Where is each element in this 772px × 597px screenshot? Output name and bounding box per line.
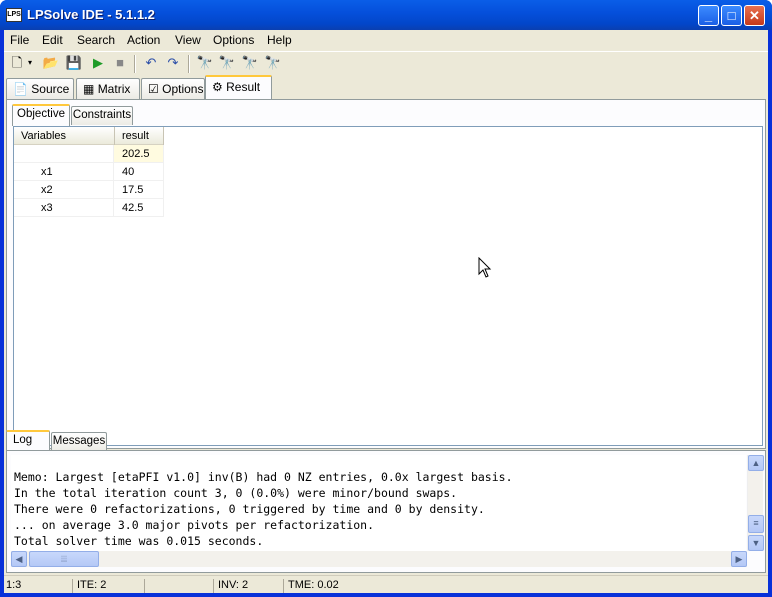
menu-search[interactable]: Search [77, 33, 115, 47]
row1-name: x1 [14, 163, 114, 181]
log-line: Total solver time was 0.015 seconds. [14, 534, 264, 548]
result-panel: Objective Constraints Variables result 2… [6, 99, 766, 449]
row2-value: 17.5 [114, 181, 164, 199]
log-panel: Memo: Largest [etaPFI v1.0] inv(B) had 0… [6, 450, 766, 573]
close-button[interactable]: ✕ [744, 5, 765, 26]
tab-constraints[interactable]: Constraints [71, 106, 133, 125]
options-icon: ☑ [148, 82, 159, 96]
tab-options[interactable]: ☑ Options [141, 78, 205, 99]
toolbar-separator [188, 55, 190, 73]
client-area: File Edit Search Action View Options Hel… [4, 30, 768, 593]
scroll-up-icon[interactable]: ▲ [748, 455, 764, 471]
new-dropdown-icon[interactable]: ▾ [26, 54, 34, 72]
row0-name [14, 145, 114, 163]
row0-value: 202.5 [114, 145, 164, 163]
redo-icon[interactable]: ↷ [164, 54, 182, 72]
log-line: There were 0 refactorizations, 0 trigger… [14, 502, 485, 516]
tab-source-label: Source [31, 82, 70, 96]
run-icon[interactable]: ▶ [89, 54, 107, 72]
tab-objective[interactable]: Objective [12, 104, 70, 126]
toolbar: 🗋 ▾ 📂 💾 ▶ ■ ↶ ↷ 🔭 🔭 🔭 🔭 [4, 51, 768, 75]
save-icon[interactable]: 💾 [65, 54, 83, 72]
grid-header: Variables result [14, 127, 164, 145]
scroll-thumb[interactable]: ≡ [748, 515, 764, 533]
menu-options[interactable]: Options [213, 33, 254, 47]
status-bar: 1:3 ITE: 2 INV: 2 TME: 0.02 [4, 575, 768, 593]
column-divider [114, 127, 115, 145]
menu-file[interactable]: File [10, 33, 29, 47]
scroll-left-icon[interactable]: ◀ [11, 551, 27, 567]
tab-messages[interactable]: Messages [51, 432, 107, 451]
h-scroll-thumb[interactable]: ⦙⦙⦙ [29, 551, 99, 567]
menu-action[interactable]: Action [127, 33, 160, 47]
log-vertical-scrollbar[interactable]: ▲ ≡ ▼ [747, 455, 764, 551]
result-icon: ⚙ [212, 80, 223, 94]
tab-log[interactable]: Log [6, 430, 50, 452]
toolbar-separator [134, 55, 136, 73]
app-window: LPS LPSolve IDE - 5.1.1.2 _ □ ✕ File Edi… [0, 0, 772, 597]
result-grid[interactable]: Variables result 202.5 x1 40 x2 17.5 x3 … [13, 126, 763, 446]
scroll-down-icon[interactable]: ▼ [748, 535, 764, 551]
scroll-right-icon[interactable]: ▶ [731, 551, 747, 567]
status-time: TME: 0.02 [283, 579, 339, 593]
tab-result[interactable]: ⚙ Result [205, 75, 272, 99]
new-icon[interactable]: 🗋 [8, 54, 26, 72]
log-line: In the total iteration count 3, 0 (0.0%)… [14, 486, 458, 500]
row2-name: x2 [14, 181, 114, 199]
menu-edit[interactable]: Edit [42, 33, 63, 47]
menu-view[interactable]: View [175, 33, 201, 47]
replace-icon[interactable]: 🔭 [264, 54, 282, 72]
log-tabs: Log Messages [4, 430, 768, 452]
stop-icon[interactable]: ■ [111, 54, 129, 72]
title-bar[interactable]: LPS LPSolve IDE - 5.1.1.2 _ □ ✕ [0, 0, 772, 30]
col-result[interactable]: result [122, 130, 149, 142]
menu-help[interactable]: Help [267, 33, 292, 47]
log-line: ... on average 3.0 major pivots per refa… [14, 518, 375, 532]
tab-matrix[interactable]: ▦ Matrix [76, 78, 140, 99]
find-icon[interactable]: 🔭 [196, 54, 214, 72]
status-empty [144, 579, 149, 593]
col-variables[interactable]: Variables [21, 130, 66, 142]
row3-name: x3 [14, 199, 114, 217]
row1-value: 40 [114, 163, 164, 181]
tab-matrix-label: Matrix [97, 82, 131, 96]
column-divider [163, 127, 164, 145]
undo-icon[interactable]: ↶ [142, 54, 160, 72]
log-text[interactable]: Memo: Largest [etaPFI v1.0] inv(B) had 0… [11, 455, 746, 551]
maximize-button[interactable]: □ [721, 5, 742, 26]
menu-bar: File Edit Search Action View Options Hel… [4, 30, 768, 50]
mouse-cursor-icon [478, 257, 492, 278]
tab-options-label: Options [162, 82, 204, 96]
window-title: LPSolve IDE - 5.1.1.2 [27, 7, 155, 22]
tab-result-label: Result [226, 80, 261, 94]
matrix-icon: ▦ [83, 82, 95, 96]
find-next-icon[interactable]: 🔭 [218, 54, 236, 72]
open-icon[interactable]: 📂 [42, 54, 60, 72]
log-horizontal-scrollbar[interactable]: ◀ ⦙⦙⦙ ▶ [11, 551, 747, 567]
status-inversions: INV: 2 [213, 579, 248, 593]
row3-value: 42.5 [114, 199, 164, 217]
status-position: 1:3 [6, 579, 22, 591]
tab-source[interactable]: 📄 Source [6, 78, 74, 99]
status-iterations: ITE: 2 [72, 579, 106, 593]
source-icon: 📄 [13, 82, 28, 96]
find-prev-icon[interactable]: 🔭 [241, 54, 259, 72]
app-icon: LPS [6, 8, 22, 22]
log-line: Memo: Largest [etaPFI v1.0] inv(B) had 0… [14, 470, 513, 484]
minimize-button[interactable]: _ [698, 5, 719, 26]
